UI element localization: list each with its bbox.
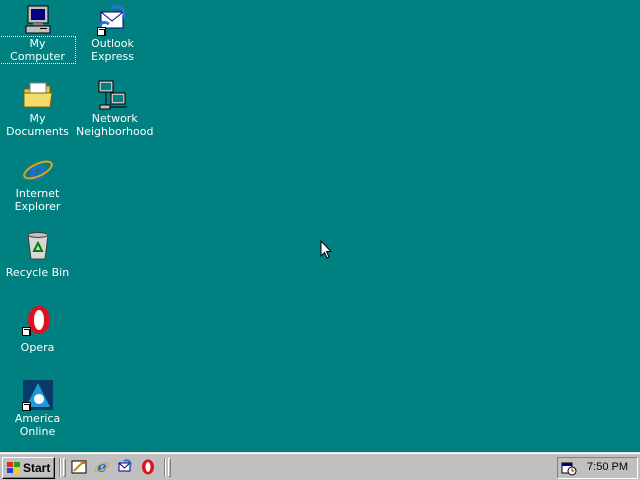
desktop-icon-label: America Online: [14, 412, 61, 438]
quick-launch-grip[interactable]: [63, 458, 66, 477]
desktop-icon-label: Opera: [20, 341, 55, 354]
windows-logo-icon: [7, 462, 20, 473]
desktop-icon-my-documents[interactable]: My Documents: [0, 77, 75, 139]
mouse-pointer-icon: [320, 240, 332, 259]
desktop-icon-network-neighborhood[interactable]: Network Neighborhood: [75, 77, 153, 139]
toolbar-divider: [164, 458, 166, 477]
taskbar: Start e 7:50 PM: [0, 452, 640, 480]
svg-text:e: e: [97, 459, 107, 475]
desktop-icon-america-online[interactable]: America Online: [0, 377, 75, 439]
desktop-icon-label: Network Neighborhood: [76, 112, 154, 138]
opera-icon[interactable]: [140, 459, 156, 475]
desktop-icon-recycle-bin[interactable]: Recycle Bin: [0, 227, 75, 280]
desktop-icon-my-computer[interactable]: My Computer: [0, 2, 76, 64]
shortcut-arrow-icon: [21, 327, 31, 336]
network-neighborhood-icon: [97, 79, 129, 111]
shortcut-arrow-icon: [21, 402, 31, 411]
outlook-express-icon: [96, 4, 129, 36]
system-tray: 7:50 PM: [557, 457, 638, 479]
start-button[interactable]: Start: [2, 457, 55, 479]
america-online-icon: [21, 379, 54, 411]
desktop-icon-label: Outlook Express: [91, 37, 134, 63]
my-computer-icon: [22, 4, 54, 36]
desktop-icon-opera[interactable]: Opera: [0, 302, 75, 355]
opera-icon: [21, 304, 54, 336]
task-scheduler-icon[interactable]: [561, 460, 577, 476]
shortcut-arrow-icon: [96, 27, 106, 36]
recycle-bin-icon: [22, 229, 54, 261]
show-desktop-icon[interactable]: [71, 459, 87, 475]
desktop-icon-outlook-express[interactable]: Outlook Express: [75, 2, 150, 64]
desktop-icon-label: Recycle Bin: [5, 266, 70, 279]
desktop-icon-label: Internet Explorer: [14, 187, 61, 213]
internet-explorer-icon: e: [22, 154, 54, 186]
task-area-grip[interactable]: [168, 458, 171, 477]
start-label: Start: [23, 461, 51, 475]
outlook-express-icon[interactable]: [117, 459, 133, 475]
desktop-icon-internet-explorer[interactable]: e Internet Explorer: [0, 152, 75, 214]
toolbar-divider: [59, 458, 61, 477]
svg-text:e: e: [29, 154, 47, 186]
internet-explorer-icon[interactable]: e: [94, 459, 110, 475]
my-documents-icon: [22, 79, 54, 111]
desktop-icon-label: My Computer: [0, 36, 76, 64]
desktop[interactable]: My Computer Outlook Express My Documents: [0, 0, 640, 452]
desktop-icon-label: My Documents: [6, 112, 69, 138]
clock[interactable]: 7:50 PM: [587, 461, 628, 473]
